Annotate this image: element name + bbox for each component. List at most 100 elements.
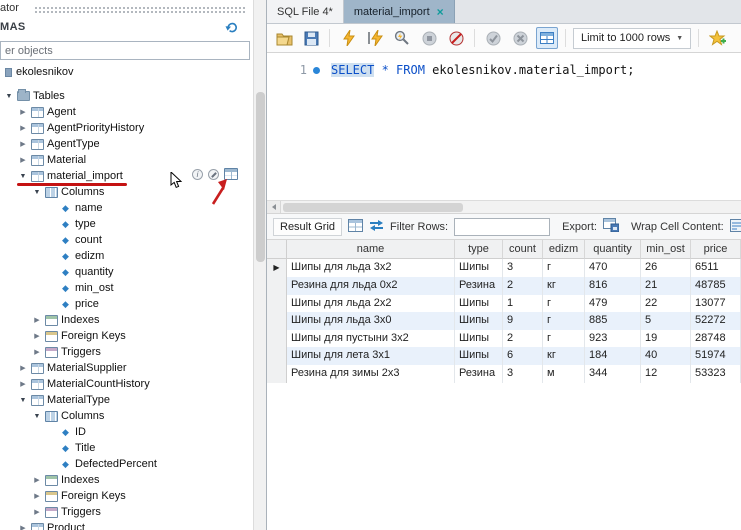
cell-edizm[interactable]: г (543, 295, 585, 313)
collapse-arrow-icon[interactable]: ▼ (4, 93, 14, 100)
cell-edizm[interactable]: м (543, 365, 585, 383)
sql-statement[interactable]: SELECT * FROM ekolesnikov.material_impor… (331, 63, 634, 77)
cell-count[interactable]: 1 (503, 295, 543, 313)
wrap-cell-content-icon[interactable] (730, 219, 741, 235)
cell-count[interactable]: 9 (503, 312, 543, 330)
tree-item-foreign-keys[interactable]: ▶Foreign Keys (0, 488, 253, 504)
cell-type[interactable]: Шипы (455, 347, 503, 365)
row-selector[interactable] (267, 312, 287, 330)
cell-min_ost[interactable]: 40 (641, 347, 691, 365)
sql-code-editor[interactable]: 1 SELECT * FROM ekolesnikov.material_imp… (267, 53, 741, 200)
table-row[interactable]: Шипы для пустыни 3x2Шипы2г9231928748 (267, 330, 741, 348)
cell-price[interactable]: 13077 (691, 295, 741, 313)
tree-item-quantity[interactable]: ◆quantity (0, 264, 253, 280)
expand-arrow-icon[interactable]: ▶ (18, 140, 28, 148)
expand-arrow-icon[interactable]: ▶ (32, 492, 42, 500)
column-header-type[interactable]: type (455, 240, 503, 259)
expand-arrow-icon[interactable]: ▶ (18, 156, 28, 164)
cell-count[interactable]: 2 (503, 277, 543, 295)
execute-current-icon[interactable] (364, 27, 386, 49)
expand-arrow-icon[interactable]: ▶ (32, 332, 42, 340)
expand-arrow-icon[interactable]: ▶ (18, 124, 28, 132)
cell-count[interactable]: 3 (503, 259, 543, 277)
tree-item-min-ost[interactable]: ◆min_ost (0, 280, 253, 296)
cell-count[interactable]: 2 (503, 330, 543, 348)
cell-type[interactable]: Шипы (455, 330, 503, 348)
expand-arrow-icon[interactable]: ▶ (18, 108, 28, 116)
explain-icon[interactable] (391, 27, 413, 49)
cell-min_ost[interactable]: 26 (641, 259, 691, 277)
cell-price[interactable]: 52272 (691, 312, 741, 330)
tree-item-columns[interactable]: ▼Columns (0, 408, 253, 424)
stop-icon[interactable] (418, 27, 440, 49)
table-info-icon[interactable]: i (192, 169, 203, 180)
close-tab-icon[interactable]: × (437, 6, 444, 18)
cell-quantity[interactable]: 344 (585, 365, 641, 383)
tree-item-edizm[interactable]: ◆edizm (0, 248, 253, 264)
tree-item-material[interactable]: ▶Material (0, 152, 253, 168)
panel-drag-handle[interactable] (34, 6, 247, 13)
expand-arrow-icon[interactable]: ▶ (18, 524, 28, 530)
collapse-arrow-icon[interactable]: ▼ (18, 173, 28, 180)
tree-item-price[interactable]: ◆price (0, 296, 253, 312)
filter-rows-input[interactable] (454, 218, 550, 236)
refresh-results-icon[interactable] (369, 219, 384, 235)
cell-quantity[interactable]: 885 (585, 312, 641, 330)
cell-name[interactable]: Резина для зимы 2x3 (287, 365, 455, 383)
table-row[interactable]: ▶Шипы для льда 3x2Шипы3г470266511 (267, 259, 741, 277)
tree-item-id[interactable]: ◆ID (0, 424, 253, 440)
tree-item-foreign-keys[interactable]: ▶Foreign Keys (0, 328, 253, 344)
autocommit-icon[interactable] (536, 27, 558, 49)
cell-price[interactable]: 6511 (691, 259, 741, 277)
cell-name[interactable]: Шипы для льда 3x0 (287, 312, 455, 330)
collapse-arrow-icon[interactable]: ▼ (32, 189, 42, 196)
row-selector[interactable] (267, 295, 287, 313)
cell-edizm[interactable]: г (543, 259, 585, 277)
scroll-left-button[interactable] (267, 201, 281, 213)
tree-item-triggers[interactable]: ▶Triggers (0, 504, 253, 520)
column-header-edizm[interactable]: edizm (543, 240, 585, 259)
limit-rows-dropdown[interactable]: Limit to 1000 rows ▼ (573, 28, 691, 49)
cell-quantity[interactable]: 816 (585, 277, 641, 295)
tree-item-type[interactable]: ◆type (0, 216, 253, 232)
scrollbar-thumb[interactable] (283, 203, 463, 212)
table-row[interactable]: Шипы для льда 2x2Шипы1г4792213077 (267, 295, 741, 313)
cell-quantity[interactable]: 479 (585, 295, 641, 313)
collapse-arrow-icon[interactable]: ▼ (32, 413, 42, 420)
table-row[interactable]: Резина для зимы 2x3Резина3м3441253323 (267, 365, 741, 383)
tree-item-count[interactable]: ◆count (0, 232, 253, 248)
cell-name[interactable]: Шипы для льда 2x2 (287, 295, 455, 313)
cell-count[interactable]: 3 (503, 365, 543, 383)
cell-quantity[interactable]: 923 (585, 330, 641, 348)
cell-quantity[interactable]: 470 (585, 259, 641, 277)
tree-item-defectedpercent[interactable]: ◆DefectedPercent (0, 456, 253, 472)
cell-type[interactable]: Резина (455, 277, 503, 295)
tree-item-triggers[interactable]: ▶Triggers (0, 344, 253, 360)
cell-price[interactable]: 53323 (691, 365, 741, 383)
cell-min_ost[interactable]: 12 (641, 365, 691, 383)
cell-edizm[interactable]: г (543, 312, 585, 330)
column-header-name[interactable]: name (287, 240, 455, 259)
expand-arrow-icon[interactable]: ▶ (32, 316, 42, 324)
expand-arrow-icon[interactable]: ▶ (18, 380, 28, 388)
editor-horizontal-scrollbar[interactable] (267, 200, 741, 214)
cell-count[interactable]: 6 (503, 347, 543, 365)
tree-item-agentpriorityhistory[interactable]: ▶AgentPriorityHistory (0, 120, 253, 136)
cell-type[interactable]: Резина (455, 365, 503, 383)
stop-on-error-icon[interactable] (445, 27, 467, 49)
column-header-count[interactable]: count (503, 240, 543, 259)
tab-sql-file-4[interactable]: SQL File 4* (267, 0, 344, 23)
sidebar-scrollbar-thumb[interactable] (256, 92, 265, 262)
column-header-min_ost[interactable]: min_ost (641, 240, 691, 259)
row-selector[interactable] (267, 277, 287, 295)
export-icon[interactable] (603, 218, 619, 235)
execute-icon[interactable] (337, 27, 359, 49)
tree-item-agenttype[interactable]: ▶AgentType (0, 136, 253, 152)
row-selector[interactable] (267, 330, 287, 348)
tree-item-product[interactable]: ▶Product (0, 520, 253, 530)
cell-name[interactable]: Резина для льда 0x2 (287, 277, 455, 295)
table-row[interactable]: Шипы для льда 3x0Шипы9г885552272 (267, 312, 741, 330)
tree-item-title[interactable]: ◆Title (0, 440, 253, 456)
row-selector[interactable]: ▶ (267, 259, 287, 277)
table-row[interactable]: Шипы для лета 3x1Шипы6кг1844051974 (267, 347, 741, 365)
